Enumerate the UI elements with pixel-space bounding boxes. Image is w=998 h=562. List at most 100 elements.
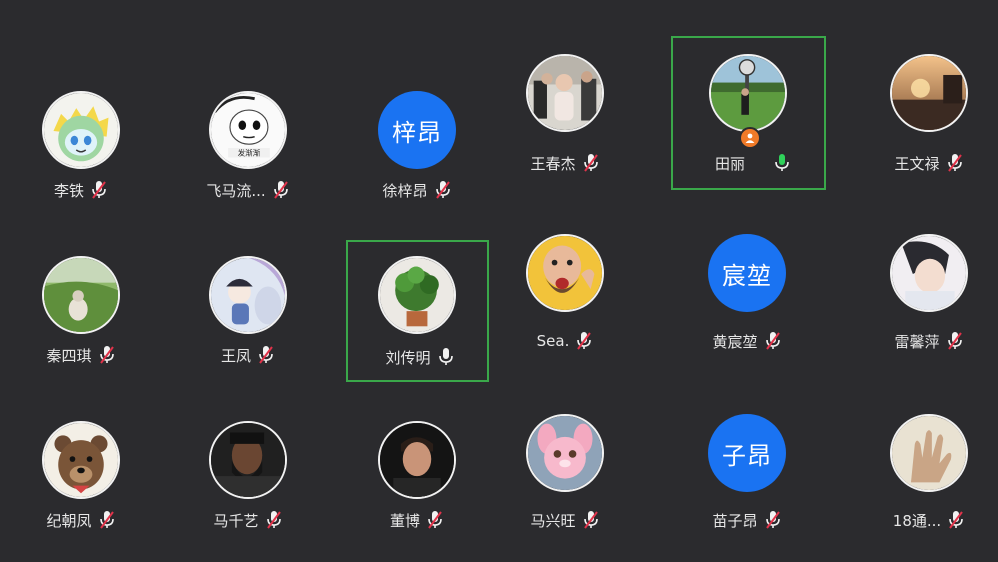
name-row: 王凤 — [178, 344, 318, 366]
avatar-initials: 宸堃 — [708, 234, 786, 312]
avatar: 发渐渐 — [209, 91, 287, 169]
mic-off-icon — [98, 510, 116, 530]
mic-off-icon — [434, 180, 452, 200]
avatar-cartoon-man-image — [528, 236, 602, 310]
participant-tile[interactable]: 王凤 — [173, 220, 323, 370]
mic-off-icon — [98, 345, 116, 365]
name-row: 黄宸堃 — [677, 330, 817, 352]
participant-name: 苗子昂 — [712, 511, 758, 530]
avatar — [526, 414, 604, 492]
name-row: 雷馨萍 — [859, 330, 998, 352]
participant-name: 李铁 — [53, 181, 84, 200]
avatar-group-photo-image — [528, 56, 602, 130]
name-row: 秦四琪 — [11, 344, 151, 366]
participant-tile[interactable]: 18通... — [854, 378, 998, 530]
participant-tile[interactable]: 王文禄 — [854, 22, 998, 173]
avatar — [42, 421, 120, 499]
avatar-hillside-image — [44, 258, 118, 332]
avatar-sketch-image: 发渐渐 — [211, 93, 285, 167]
mic-icon — [437, 347, 455, 367]
avatar — [526, 234, 604, 312]
participant-tile-speaking[interactable]: 刘传明 — [346, 240, 489, 382]
svg-text:发渐渐: 发渐渐 — [238, 148, 261, 158]
avatar — [42, 91, 120, 169]
name-row: 王春杰 — [495, 152, 635, 174]
participant-name: 刘传明 — [385, 348, 431, 367]
participant-name: 马千艺 — [213, 511, 259, 530]
name-row: 苗子昂 — [677, 509, 817, 531]
participant-tile[interactable]: Sea. — [490, 200, 640, 350]
avatar — [890, 234, 968, 312]
participant-tile[interactable]: 发渐渐 飞马流... — [173, 55, 323, 205]
avatar — [209, 256, 287, 334]
avatar-bear-image — [44, 423, 118, 497]
avatar-hands-image — [892, 416, 966, 490]
avatar-anime-image — [211, 258, 285, 332]
name-row: 马兴旺 — [495, 509, 635, 531]
mic-off-icon — [946, 153, 964, 173]
avatar-initials: 子昂 — [708, 414, 786, 492]
participant-tile[interactable]: 宸堃 黄宸堃 — [672, 200, 822, 352]
participant-tile[interactable]: 董博 — [342, 385, 492, 535]
participant-tile[interactable]: 李铁 — [6, 55, 156, 205]
avatar — [890, 54, 968, 132]
participant-name: 王春杰 — [530, 154, 576, 173]
avatar-man-portrait-image — [380, 423, 454, 497]
name-row: Sea. — [495, 330, 635, 352]
avatar-sunset-image — [892, 56, 966, 130]
participant-tile-speaking[interactable]: 田丽 — [671, 36, 826, 190]
mic-off-icon — [272, 180, 290, 200]
mic-off-icon — [582, 153, 600, 173]
name-row: 李铁 — [11, 179, 151, 201]
participant-grid: 李铁 发渐渐 飞马流... 梓昂 徐梓昂 王春杰 田丽 王文禄 秦四琪 王凤 刘… — [0, 0, 998, 562]
participant-tile[interactable]: 梓昂 徐梓昂 — [342, 55, 492, 205]
participant-tile[interactable]: 王春杰 — [490, 22, 640, 174]
mic-off-icon — [426, 510, 444, 530]
avatar-plant-image — [380, 258, 454, 332]
participant-tile[interactable]: 马兴旺 — [490, 378, 640, 531]
avatar — [42, 256, 120, 334]
mic-off-icon — [265, 510, 283, 530]
participant-name: 徐梓昂 — [382, 181, 428, 200]
participant-name: 纪朝凤 — [46, 511, 92, 530]
participant-name: 黄宸堃 — [712, 332, 758, 351]
participant-tile[interactable]: 马千艺 — [173, 385, 323, 535]
mic-off-icon — [575, 331, 593, 351]
name-row: 田丽 — [703, 152, 803, 174]
participant-name: 雷馨萍 — [894, 332, 940, 351]
mic-off-icon — [947, 510, 965, 530]
avatar-portrait-image — [892, 236, 966, 310]
host-person-icon — [739, 127, 761, 149]
participant-tile[interactable]: 纪朝凤 — [6, 385, 156, 535]
participant-name: 马兴旺 — [530, 511, 576, 530]
participant-name: 18通... — [892, 511, 942, 530]
name-row: 徐梓昂 — [347, 179, 487, 201]
participant-name: 董博 — [389, 511, 420, 530]
name-row: 董博 — [347, 509, 487, 531]
mic-icon — [773, 153, 791, 173]
mic-off-icon — [764, 331, 782, 351]
name-row: 飞马流... — [178, 179, 318, 201]
avatar — [709, 54, 787, 132]
mic-off-icon — [257, 345, 275, 365]
participant-tile[interactable]: 子昂 苗子昂 — [672, 378, 822, 531]
avatar — [378, 421, 456, 499]
mic-off-icon — [582, 510, 600, 530]
participant-name: 王凤 — [220, 346, 251, 365]
participant-name: 王文禄 — [894, 154, 940, 173]
participant-name: Sea. — [536, 332, 570, 350]
avatar-initials: 梓昂 — [378, 91, 456, 169]
participant-tile[interactable]: 雷馨萍 — [854, 200, 998, 352]
avatar-park-photo-image — [711, 56, 785, 130]
mic-off-icon — [946, 331, 964, 351]
mic-off-icon — [764, 510, 782, 530]
mic-off-icon — [90, 180, 108, 200]
participant-name: 飞马流... — [206, 181, 266, 200]
avatar — [209, 421, 287, 499]
avatar-pink-toy-image — [528, 416, 602, 490]
avatar-bearded-man-image — [211, 423, 285, 497]
name-row: 马千艺 — [178, 509, 318, 531]
participant-tile[interactable]: 秦四琪 — [6, 220, 156, 370]
avatar — [378, 256, 456, 334]
avatar — [526, 54, 604, 132]
